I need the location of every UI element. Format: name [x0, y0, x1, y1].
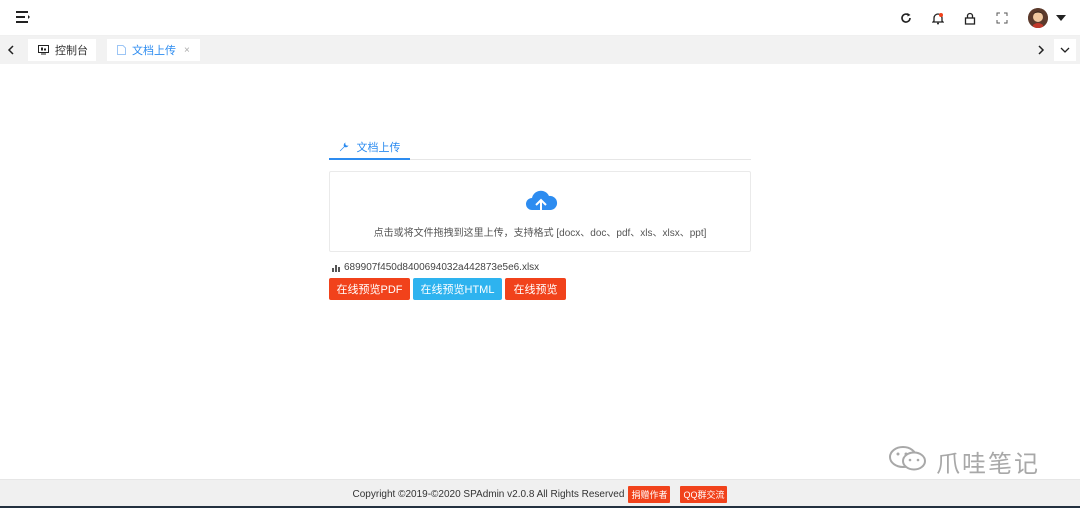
footer: Copyright ©2019-©2020 SPAdmin v2.0.8 All… [0, 479, 1080, 508]
cloud-upload-icon [524, 188, 558, 223]
upload-hint: 点击或将文件拖拽到这里上传，支持格式 [docx、doc、pdf、xls、xls… [373, 228, 707, 239]
tab-options-chevron-down-icon[interactable] [1054, 39, 1076, 61]
refresh-icon[interactable] [890, 0, 922, 36]
file-name: 689907f450d8400694032a442873e5e6.xlsx [344, 262, 540, 273]
upload-dropzone[interactable]: 点击或将文件拖拽到这里上传，支持格式 [docx、doc、pdf、xls、xls… [329, 171, 751, 252]
preview-html-button[interactable]: 在线预览HTML [413, 278, 502, 300]
wrench-icon [339, 142, 349, 152]
panel-tab-label: 文档上传 [356, 142, 401, 154]
lock-icon[interactable] [954, 0, 986, 36]
menu-icon[interactable] [16, 11, 32, 25]
preview-button[interactable]: 在线预览 [505, 278, 566, 300]
header-toolbar [890, 0, 1066, 36]
tab-bar: 控制台 文档上传 × [0, 36, 1080, 64]
bar-chart-icon [332, 264, 341, 272]
document-icon [117, 45, 126, 55]
tab-document-upload-panel[interactable]: 文档上传 [329, 136, 410, 160]
panel-tabs: 文档上传 [329, 136, 751, 160]
notification-icon[interactable] [922, 0, 954, 36]
chevron-down-icon[interactable] [1056, 15, 1066, 21]
tab-dashboard[interactable]: 控制台 [28, 39, 96, 61]
copyright-text: Copyright ©2019-©2020 SPAdmin v2.0.8 All… [352, 488, 625, 500]
close-icon[interactable]: × [184, 45, 190, 56]
top-header [0, 0, 1080, 36]
tab-label: 文档上传 [132, 45, 176, 57]
tab-document-upload[interactable]: 文档上传 × [107, 39, 200, 61]
upload-panel: 文档上传 [329, 136, 751, 160]
donate-badge[interactable]: 捐赠作者 [628, 485, 671, 503]
chevron-left-icon[interactable] [0, 36, 22, 64]
tab-label: 控制台 [55, 45, 88, 57]
qq-group-badge[interactable]: QQ群交流 [680, 485, 728, 503]
uploaded-file: 689907f450d8400694032a442873e5e6.xlsx [332, 262, 539, 273]
chevron-right-icon[interactable] [1030, 36, 1052, 64]
wechat-icon [888, 446, 928, 477]
fullscreen-icon[interactable] [986, 0, 1018, 36]
watermark: 爪哇笔记 [888, 444, 1040, 479]
monitor-icon [38, 45, 49, 55]
preview-pdf-button[interactable]: 在线预览PDF [329, 278, 410, 300]
user-avatar[interactable] [1028, 8, 1048, 28]
watermark-text: 爪哇笔记 [936, 450, 1040, 478]
